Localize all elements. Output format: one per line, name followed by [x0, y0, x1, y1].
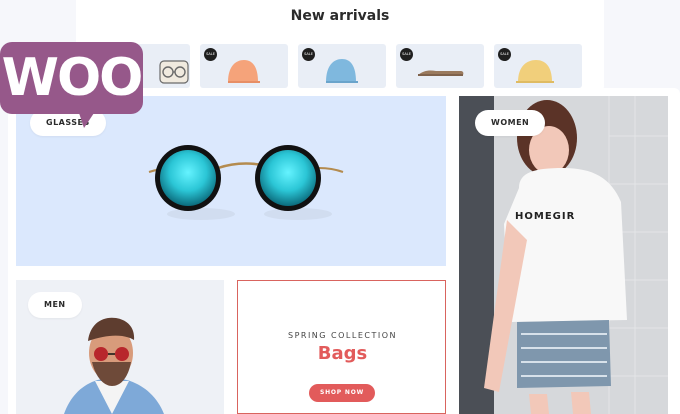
product-card[interactable]: SALE [494, 44, 582, 88]
men-label: MEN [28, 292, 82, 318]
new-arrivals-product-strip: SALE SALE SALE SALE [76, 44, 604, 88]
product-card[interactable]: SALE [200, 44, 288, 88]
product-card[interactable]: SALE [298, 44, 386, 88]
shop-now-button[interactable]: SHOP NOW [309, 384, 375, 402]
women-category-tile[interactable]: WOMEN HOMEGIR [459, 96, 668, 414]
woocommerce-preview: New arrivals SALE SALE SALE SALE WOO GLA… [0, 0, 680, 414]
men-category-tile[interactable]: MEN [16, 280, 224, 414]
sale-badge: SALE [204, 48, 217, 61]
woo-logo-text: WOO [1, 48, 144, 108]
woo-logo: WOO [0, 42, 143, 132]
spring-collection-tile[interactable]: SPRING COLLECTION Bags SHOP NOW [237, 280, 446, 414]
sale-badge: SALE [302, 48, 315, 61]
new-arrivals-card: New arrivals SALE SALE SALE SALE [76, 0, 604, 92]
sale-badge: SALE [498, 48, 511, 61]
shirt-text: HOMEGIR [515, 211, 576, 222]
category-collage: GLASSES WOMEN HOMEGIR MEN SPRING COLLECT… [8, 88, 680, 414]
new-arrivals-title: New arrivals [290, 8, 390, 24]
product-card[interactable]: SALE [396, 44, 484, 88]
spring-collection-kicker: SPRING COLLECTION [287, 331, 397, 340]
sale-badge: SALE [400, 48, 413, 61]
women-label: WOMEN [475, 110, 546, 136]
women-photo [459, 96, 668, 414]
spring-collection-title: Bags [317, 343, 368, 364]
